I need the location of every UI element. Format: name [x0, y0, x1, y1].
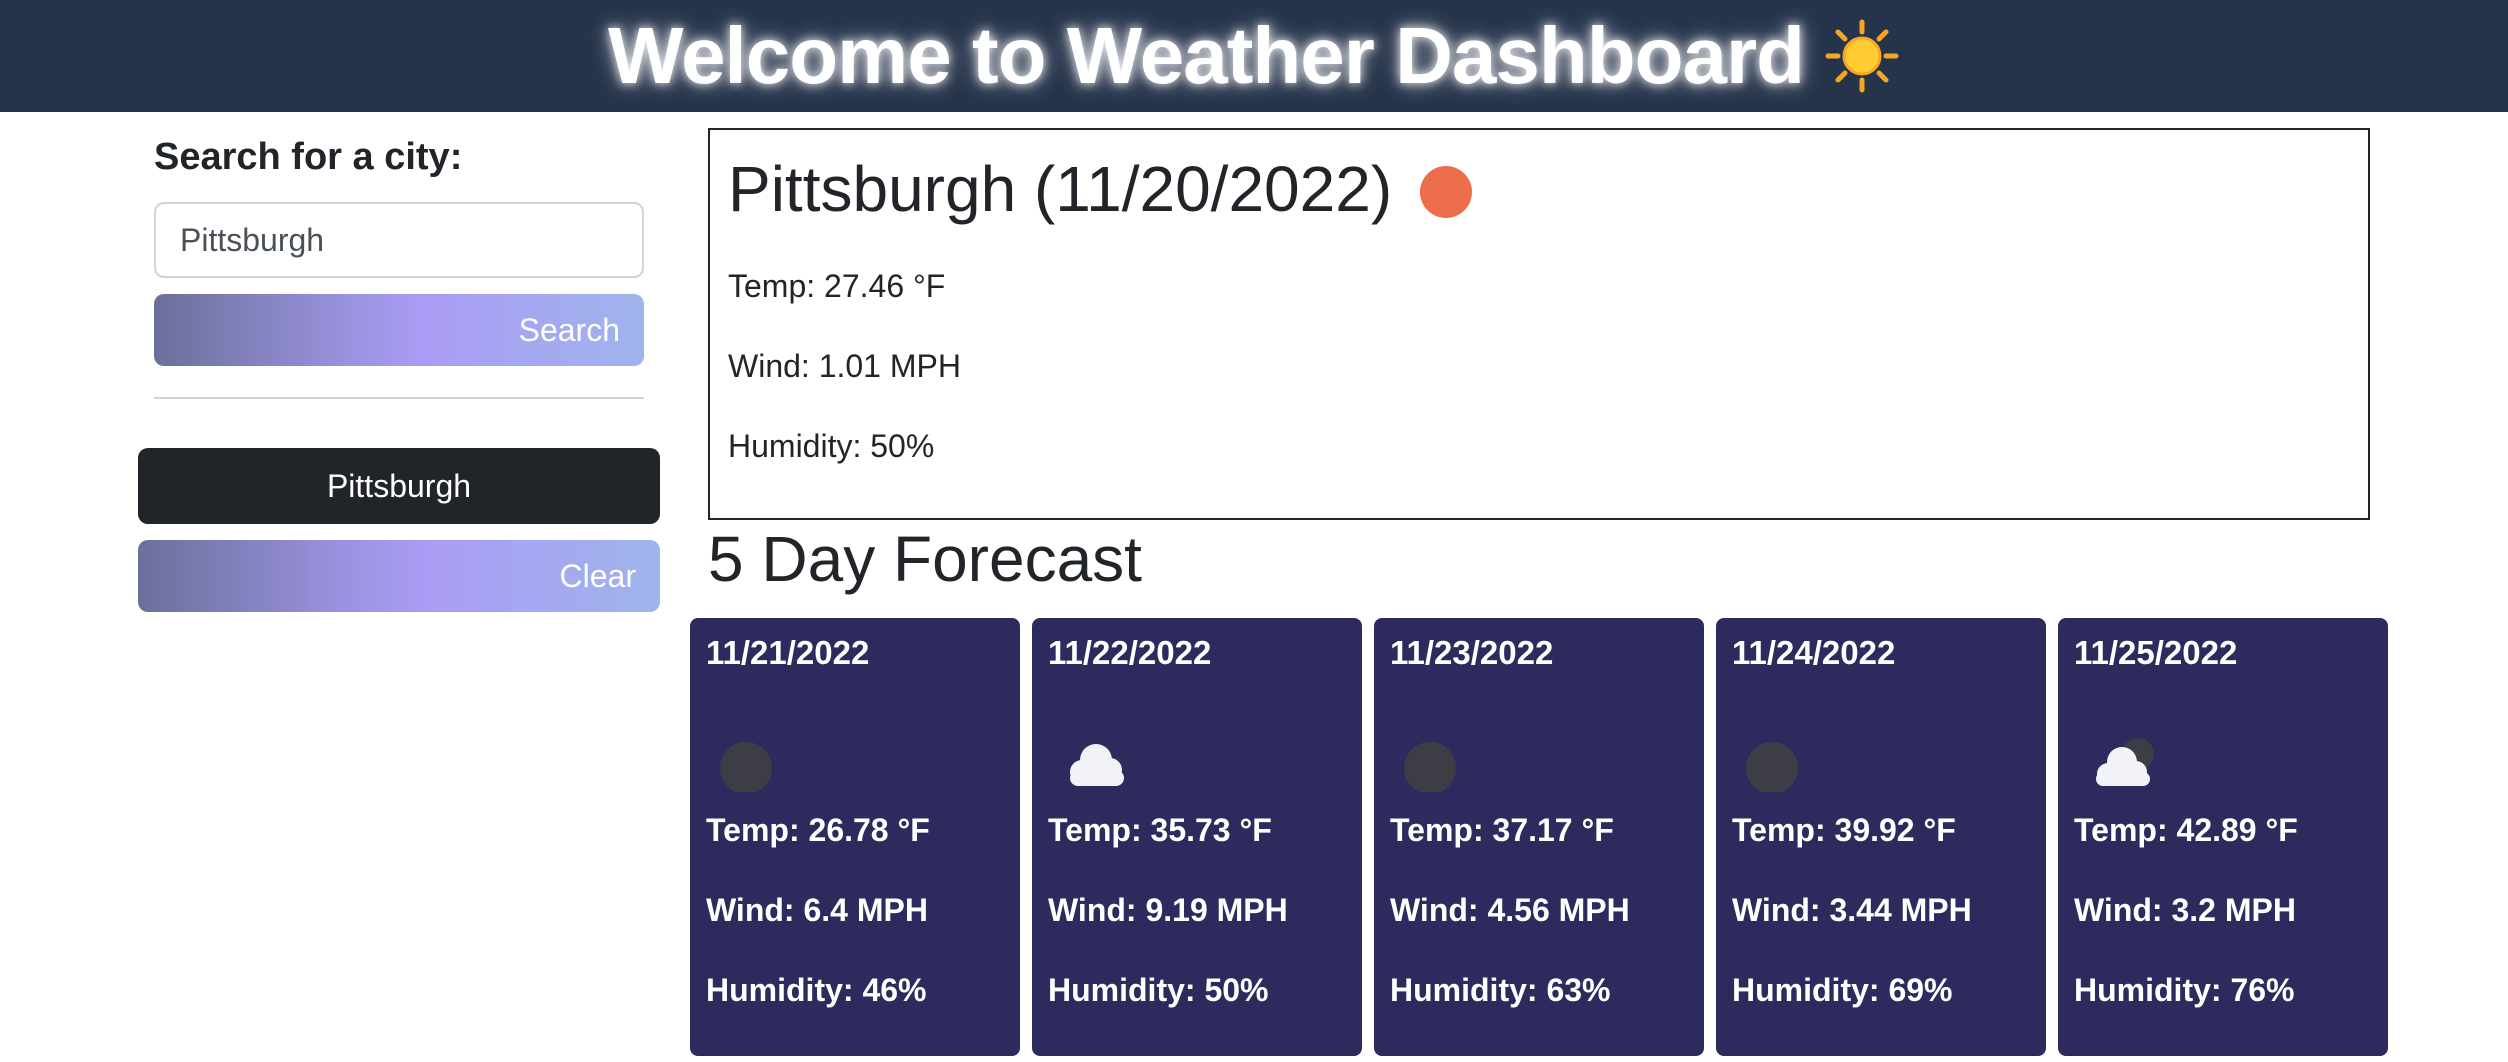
- current-weather-panel: Pittsburgh (11/20/2022) Temp: 27.46 °F W…: [708, 128, 2370, 520]
- current-wind: Wind: 1.01 MPH: [728, 348, 961, 384]
- moon-icon: [1404, 728, 1484, 794]
- forecast-card: 11/22/2022 Temp: 35.73 °F Wind: 9.19 MPH…: [1032, 618, 1362, 1056]
- clear-night-icon: [1420, 166, 1473, 218]
- forecast-date: 11/25/2022: [2074, 634, 2238, 671]
- current-humidity: Humidity: 50%: [728, 428, 935, 464]
- page-header: Welcome to Weather Dashboard: [0, 0, 2508, 112]
- forecast-date: 11/22/2022: [1048, 634, 1212, 671]
- sun-icon: [1824, 18, 1900, 94]
- history-button-pittsburgh[interactable]: Pittsburgh: [138, 448, 660, 524]
- forecast-date: 11/24/2022: [1732, 634, 1896, 671]
- partly-cloudy-night-icon: [2088, 728, 2168, 792]
- forecast-date: 11/23/2022: [1390, 634, 1554, 671]
- forecast-card: 11/21/2022 Temp: 26.78 °F Wind: 6.4 MPH …: [690, 618, 1020, 1056]
- moon-icon: [720, 728, 800, 794]
- moon-icon: [1746, 728, 1826, 794]
- forecast-humidity: Humidity: 50%: [1048, 972, 1269, 1008]
- sidebar-divider: [154, 397, 644, 399]
- forecast-card: 11/24/2022 Temp: 39.92 °F Wind: 3.44 MPH…: [1716, 618, 2046, 1056]
- forecast-humidity: Humidity: 63%: [1390, 972, 1611, 1008]
- forecast-temp: Temp: 42.89 °F: [2074, 812, 2298, 848]
- forecast-card: 11/23/2022 Temp: 37.17 °F Wind: 4.56 MPH…: [1374, 618, 1704, 1056]
- forecast-wind: Wind: 4.56 MPH: [1390, 892, 1630, 928]
- forecast-temp: Temp: 26.78 °F: [706, 812, 930, 848]
- forecast-humidity: Humidity: 69%: [1732, 972, 1953, 1008]
- current-weather-title: Pittsburgh (11/20/2022): [728, 152, 1473, 226]
- forecast-humidity: Humidity: 76%: [2074, 972, 2295, 1008]
- forecast-temp: Temp: 35.73 °F: [1048, 812, 1272, 848]
- forecast-temp: Temp: 37.17 °F: [1390, 812, 1614, 848]
- forecast-wind: Wind: 3.44 MPH: [1732, 892, 1972, 928]
- search-button[interactable]: Search: [154, 294, 644, 366]
- page-title: Welcome to Weather Dashboard: [608, 10, 1900, 102]
- forecast-humidity: Humidity: 46%: [706, 972, 927, 1008]
- search-label: Search for a city:: [154, 136, 463, 178]
- clear-button[interactable]: Clear: [138, 540, 660, 612]
- forecast-date: 11/21/2022: [706, 634, 870, 671]
- forecast-title: 5 Day Forecast: [708, 523, 1142, 595]
- forecast-wind: Wind: 6.4 MPH: [706, 892, 928, 928]
- forecast-card: 11/25/2022 Temp: 42.89 °F Wind: 3.2 MPH …: [2058, 618, 2388, 1056]
- current-city-date: Pittsburgh (11/20/2022): [728, 153, 1393, 225]
- forecast-wind: Wind: 3.2 MPH: [2074, 892, 2296, 928]
- city-search-input[interactable]: [154, 202, 644, 278]
- forecast-wind: Wind: 9.19 MPH: [1048, 892, 1288, 928]
- current-temp: Temp: 27.46 °F: [728, 268, 946, 304]
- cloud-icon: [1062, 728, 1142, 792]
- page-title-text: Welcome to Weather Dashboard: [608, 11, 1805, 100]
- forecast-temp: Temp: 39.92 °F: [1732, 812, 1956, 848]
